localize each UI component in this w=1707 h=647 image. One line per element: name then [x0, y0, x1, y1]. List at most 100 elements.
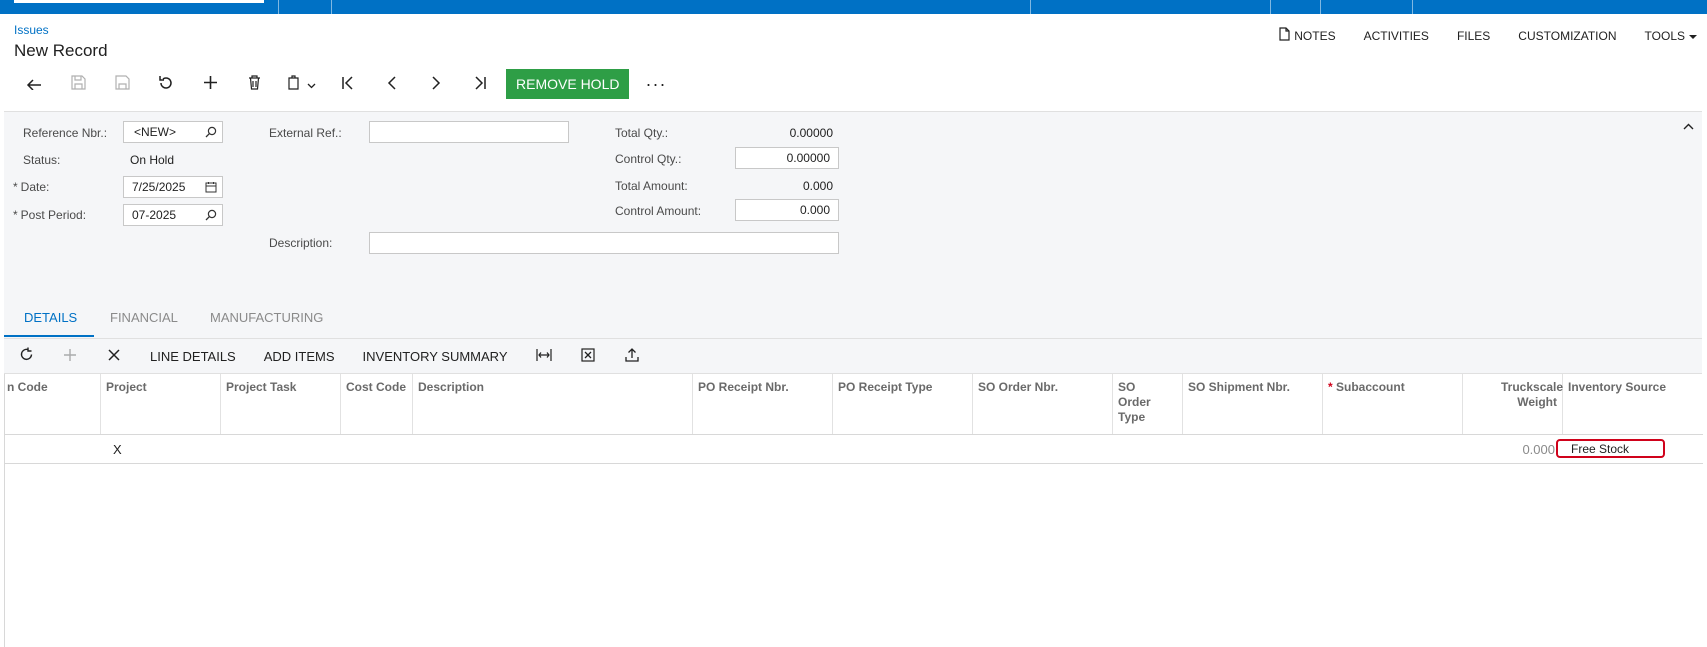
save-close-button[interactable]: [100, 70, 144, 98]
add-button[interactable]: [188, 70, 232, 98]
calendar-icon[interactable]: [205, 181, 217, 196]
column-header-inventory-source[interactable]: Inventory Source: [1563, 374, 1703, 434]
reference-nbr-input[interactable]: <NEW>: [123, 121, 223, 143]
post-period-label-text: Post Period:: [20, 208, 87, 222]
activities-button[interactable]: ACTIVITIES: [1364, 27, 1429, 44]
previous-record-button[interactable]: [370, 70, 414, 98]
caret-down-icon: [1689, 29, 1697, 43]
date-label-text: Date:: [20, 180, 50, 194]
undo-back-icon: [26, 76, 42, 93]
total-qty-label: Total Qty.:: [615, 126, 669, 140]
save-button[interactable]: [56, 70, 100, 98]
cell-inventory-source[interactable]: Free Stock: [1556, 439, 1665, 458]
tab-manufacturing[interactable]: MANUFACTURING: [210, 310, 323, 325]
control-qty-value: 0.00000: [786, 151, 830, 165]
date-label: * Date:: [13, 180, 49, 194]
delete-icon: [248, 75, 261, 93]
external-ref-input[interactable]: [369, 121, 569, 143]
customization-button[interactable]: CUSTOMIZATION: [1518, 27, 1616, 44]
column-header-so-shipment-nbr[interactable]: SO Shipment Nbr.: [1183, 374, 1323, 434]
close-icon: [108, 348, 120, 364]
nav-separator: [1412, 0, 1413, 14]
tab-bar: DETAILS FINANCIAL MANUFACTURING: [4, 298, 1702, 339]
inventory-summary-button[interactable]: INVENTORY SUMMARY: [349, 349, 522, 364]
external-ref-label: External Ref.:: [269, 126, 342, 140]
tab-financial[interactable]: FINANCIAL: [110, 310, 178, 325]
upload-button[interactable]: [610, 339, 654, 373]
remove-hold-button[interactable]: REMOVE HOLD: [506, 69, 630, 99]
nav-separator: [1320, 0, 1321, 14]
next-record-button[interactable]: [414, 70, 458, 98]
details-grid: n Code Project Project Task Cost Code De…: [4, 374, 1703, 647]
upload-icon: [624, 347, 639, 365]
table-row[interactable]: X 0.000 Free Stock: [5, 435, 1703, 464]
cancel-button[interactable]: [144, 70, 188, 98]
collapse-chevron-up-icon[interactable]: [1683, 118, 1694, 133]
date-value: 7/25/2025: [132, 180, 186, 194]
nav-separator: [1270, 0, 1271, 14]
date-input[interactable]: 7/25/2025: [123, 176, 223, 198]
column-header-project[interactable]: Project: [101, 374, 221, 434]
copy-paste-menu[interactable]: [276, 70, 326, 98]
tools-label: TOOLS: [1644, 28, 1685, 43]
last-record-button[interactable]: [458, 70, 502, 98]
search-icon[interactable]: [205, 126, 217, 141]
column-header-so-order-nbr[interactable]: SO Order Nbr.: [973, 374, 1113, 434]
description-input[interactable]: [369, 232, 839, 254]
column-header-cost-code[interactable]: Cost Code: [341, 374, 413, 434]
column-header-project-task[interactable]: Project Task: [221, 374, 341, 434]
undo-back-button[interactable]: [12, 70, 56, 98]
column-header-description[interactable]: Description: [413, 374, 693, 434]
fit-width-icon: [535, 348, 552, 364]
tools-menu[interactable]: TOOLS: [1645, 27, 1697, 44]
first-record-icon: [341, 75, 355, 93]
first-record-button[interactable]: [326, 70, 370, 98]
cell-project[interactable]: X: [101, 435, 221, 463]
line-details-button[interactable]: LINE DETAILS: [136, 349, 250, 364]
search-box-edge[interactable]: [14, 0, 264, 3]
column-header-so-order-type[interactable]: SO Order Type: [1113, 374, 1183, 434]
customization-label: CUSTOMIZATION: [1518, 28, 1617, 43]
column-header-code[interactable]: n Code: [5, 374, 101, 434]
document-icon: [1279, 27, 1290, 44]
refresh-icon: [19, 347, 34, 365]
column-header-po-receipt-nbr[interactable]: PO Receipt Nbr.: [693, 374, 833, 434]
fit-columns-button[interactable]: [522, 339, 566, 373]
control-qty-input[interactable]: 0.00000: [735, 147, 839, 169]
required-marker: *: [13, 208, 18, 222]
more-actions-button[interactable]: ···: [635, 74, 676, 95]
export-excel-button[interactable]: [566, 339, 610, 373]
breadcrumb-issues[interactable]: Issues: [14, 23, 49, 37]
post-period-input[interactable]: 07-2025: [123, 204, 223, 226]
files-button[interactable]: FILES: [1457, 27, 1490, 44]
notes-button[interactable]: NOTES: [1279, 27, 1336, 44]
column-header-truckscale-weight[interactable]: Truckscale Weight: [1463, 374, 1563, 434]
post-period-label: * Post Period:: [13, 208, 86, 222]
previous-record-icon: [387, 75, 397, 93]
add-items-button[interactable]: ADD ITEMS: [250, 349, 349, 364]
search-icon[interactable]: [205, 209, 217, 224]
nav-separator: [1030, 0, 1031, 14]
active-tab-indicator: [4, 335, 94, 337]
delete-row-button[interactable]: [92, 339, 136, 373]
column-header-subaccount[interactable]: * Subaccount: [1323, 374, 1463, 434]
total-amount-value: 0.000: [802, 179, 833, 193]
add-row-button[interactable]: [48, 339, 92, 373]
reference-nbr-value: <NEW>: [134, 125, 177, 139]
excel-icon: [580, 347, 595, 365]
control-amount-input[interactable]: 0.000: [735, 199, 839, 221]
notes-label: NOTES: [1294, 28, 1336, 43]
refresh-button[interactable]: [4, 339, 48, 373]
nav-separator: [331, 0, 332, 14]
cell-truckscale-weight[interactable]: 0.000: [1463, 435, 1563, 463]
nav-separator: [278, 0, 279, 14]
column-header-po-receipt-type[interactable]: PO Receipt Type: [833, 374, 973, 434]
tab-details[interactable]: DETAILS: [24, 310, 77, 325]
required-marker: *: [1328, 380, 1333, 394]
top-navigation-bar: [0, 0, 1707, 14]
control-amount-label: Control Amount:: [615, 204, 702, 218]
activities-label: ACTIVITIES: [1363, 28, 1429, 43]
page-title: New Record: [14, 41, 108, 60]
main-toolbar: REMOVE HOLD ···: [12, 69, 676, 99]
delete-button[interactable]: [232, 70, 276, 98]
